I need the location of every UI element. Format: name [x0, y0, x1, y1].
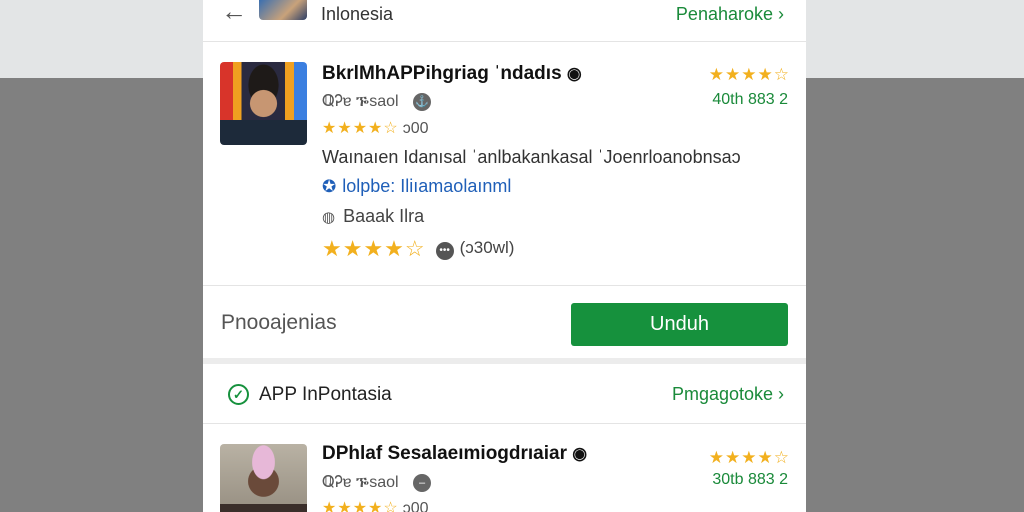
developer-link[interactable]: ✪ lolpbe: Iliıamaolaınml	[322, 176, 511, 197]
app-avatar	[220, 444, 307, 512]
developer-icon: ✪	[322, 177, 337, 196]
star-rating-icon: ★★★★☆	[322, 236, 426, 261]
app-title-text: DPhlaf Sesalaeımiogdrıaiar	[322, 443, 567, 464]
app-card-secondary[interactable]: DPhlaf Sesalaeımiogdrıaiar ◉ ℚᎮɐ ᎏsaol –…	[203, 425, 806, 512]
star-rating-icon: ★★★★☆	[322, 120, 399, 137]
app-description: Waınaıen Idanısal ˈanlbakankasal ˈJoenrl…	[322, 147, 741, 167]
comment-bubble-icon: •••	[435, 242, 454, 260]
developer-text: lolpbe: Iliıamaolaınml	[342, 176, 512, 196]
side-star-rating-icon: ★★★★☆	[708, 65, 790, 84]
verified-icon: ◉	[566, 64, 582, 83]
small-rating: ★★★★☆ ɔ00	[322, 118, 429, 138]
small-rating: ★★★★☆ ɔ00	[322, 498, 429, 512]
side-count: 30tb 883 2	[712, 471, 788, 488]
app-subtitle-text: ℚᎮɐ ᎏsaol	[322, 474, 399, 491]
app-store-panel: ← Inlonesia Penaharoke › BkrlMhAPPihgria…	[203, 0, 806, 512]
small-rating-count: ɔ00	[402, 120, 429, 137]
app-subtitle: ℚᎮɐ ᎏsaol –	[322, 472, 432, 493]
app-subtitle: ℚᎮɐ ᎏsaol ⚓	[322, 91, 432, 112]
app-title: DPhlaf Sesalaeımiogdrıaiar ◉	[322, 443, 587, 465]
side-star-rating-icon: ★★★★☆	[708, 448, 790, 467]
large-rating: ★★★★☆ ••• (ɔ30wl)	[322, 236, 514, 262]
app-card-primary[interactable]: BkrlMhAPPihgriag ˈndadıs ◉ ℚᎮɐ ᎏsaol ⚓ ★…	[203, 43, 806, 285]
location-pin-icon: ◍	[322, 209, 336, 226]
check-circle-icon: ✓	[228, 384, 249, 405]
verified-icon: ◉	[572, 444, 588, 463]
anchor-icon: ⚓	[413, 92, 432, 111]
header-link[interactable]: Penaharoke ›	[676, 4, 784, 25]
location: ◍ Baaak Ilra	[322, 206, 424, 227]
header-title: Inlonesia	[321, 4, 394, 24]
app-subtitle-text: ℚᎮɐ ᎏsaol	[322, 93, 399, 110]
location-text: Baaak Ilra	[343, 206, 425, 226]
small-rating-count: ɔ00	[402, 500, 429, 512]
minus-circle-icon: –	[413, 473, 432, 492]
section-link[interactable]: Pmgagotoke ›	[672, 384, 784, 405]
header-thumbnail	[259, 0, 307, 20]
action-row: Pnooajenias Unduh	[203, 285, 806, 358]
download-button[interactable]: Unduh	[571, 303, 788, 346]
side-count: 40th 883 2	[712, 91, 788, 108]
section-title: APP InPontasia	[259, 384, 392, 405]
top-header: ← Inlonesia Penaharoke ›	[203, 0, 806, 42]
arrow-left-icon[interactable]: ←	[221, 0, 247, 24]
section-header: ✓ APP InPontasia Pmgagotoke ›	[203, 364, 806, 424]
app-avatar	[220, 62, 307, 145]
star-rating-icon: ★★★★☆	[322, 500, 399, 512]
app-title-text: BkrlMhAPPihgriag ˈndadıs	[322, 63, 562, 84]
review-count: (ɔ30wl)	[459, 238, 515, 257]
app-title: BkrlMhAPPihgriag ˈndadıs ◉	[322, 63, 582, 85]
action-label: Pnooajenias	[221, 311, 337, 334]
